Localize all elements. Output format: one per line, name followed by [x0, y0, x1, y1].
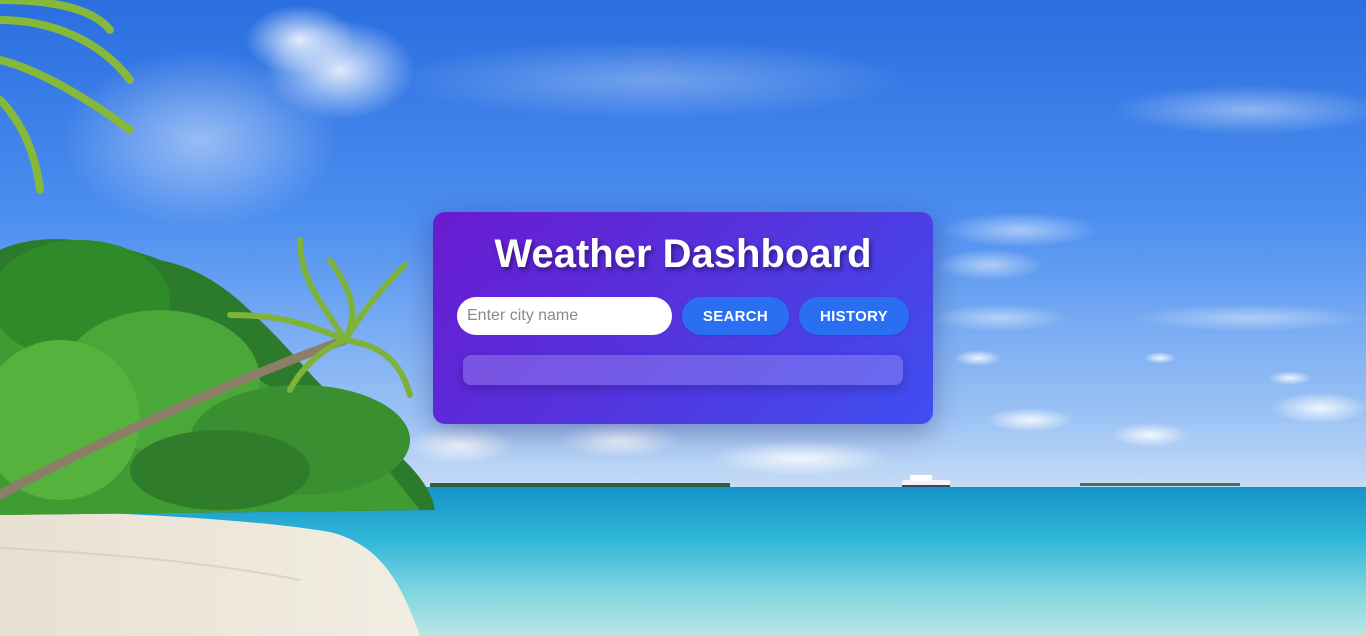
search-button[interactable]: SEARCH [682, 297, 789, 335]
weather-panel: Weather Dashboard SEARCH HISTORY [433, 212, 933, 424]
search-row: SEARCH HISTORY [457, 297, 917, 335]
page-title: Weather Dashboard [494, 232, 872, 276]
history-button[interactable]: HISTORY [799, 297, 909, 335]
weather-result-area [463, 355, 903, 385]
city-search-input[interactable] [457, 297, 672, 335]
app-root: Weather Dashboard SEARCH HISTORY [0, 0, 1366, 636]
